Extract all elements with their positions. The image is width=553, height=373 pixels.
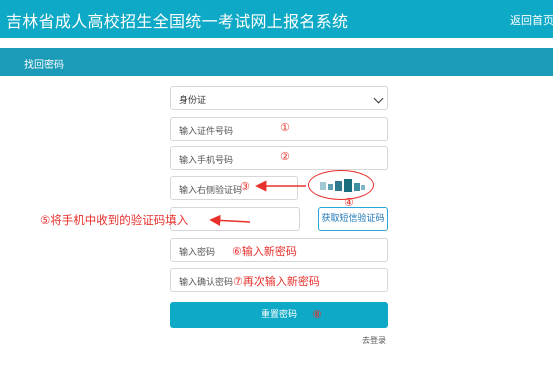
annotation-step-6: ⑥输入新密码 xyxy=(232,245,297,258)
site-title: 吉林省成人高校招生全国统一考试网上报名系统 xyxy=(6,12,349,31)
phone-placeholder: 输入手机号码 xyxy=(179,156,234,166)
go-to-login-link[interactable]: 去登录 xyxy=(362,335,386,346)
page-title: 找回密码 xyxy=(24,60,64,71)
page-title-bar: 找回密码 xyxy=(0,48,553,76)
annotation-step-3: ③ xyxy=(240,180,250,193)
id-type-select[interactable]: 身份证 xyxy=(170,86,388,110)
id-type-selected-value: 身份证 xyxy=(179,96,207,106)
annotation-step-5: ⑤将手机中收到的验证码填入 xyxy=(40,213,189,227)
captcha-input[interactable]: 输入右侧验证码 xyxy=(170,176,298,200)
chevron-down-icon xyxy=(373,93,384,104)
top-header-bar: 吉林省成人高校招生全国统一考试网上报名系统 返回首页 xyxy=(0,0,553,38)
confirm-password-placeholder: 输入确认密码 xyxy=(179,278,234,288)
captcha-placeholder: 输入右侧验证码 xyxy=(179,186,243,196)
captcha-image[interactable] xyxy=(316,175,368,197)
sms-code-input[interactable] xyxy=(170,207,300,231)
annotation-step-8: ⑧ xyxy=(312,308,322,321)
id-number-placeholder: 输入证件号码 xyxy=(179,127,234,137)
get-sms-code-button[interactable]: 获取短信验证码 xyxy=(318,207,388,231)
phone-input[interactable]: 输入手机号码 xyxy=(170,146,388,170)
new-password-placeholder: 输入密码 xyxy=(179,248,216,258)
home-link[interactable]: 返回首页 xyxy=(510,12,553,28)
annotation-step-1: ① xyxy=(280,121,290,134)
id-number-input[interactable]: 输入证件号码 xyxy=(170,117,388,141)
annotation-step-2: ② xyxy=(280,150,290,163)
annotation-step-7: ⑦再次输入新密码 xyxy=(233,275,320,288)
reset-password-button[interactable]: 重置密码 xyxy=(170,302,388,328)
